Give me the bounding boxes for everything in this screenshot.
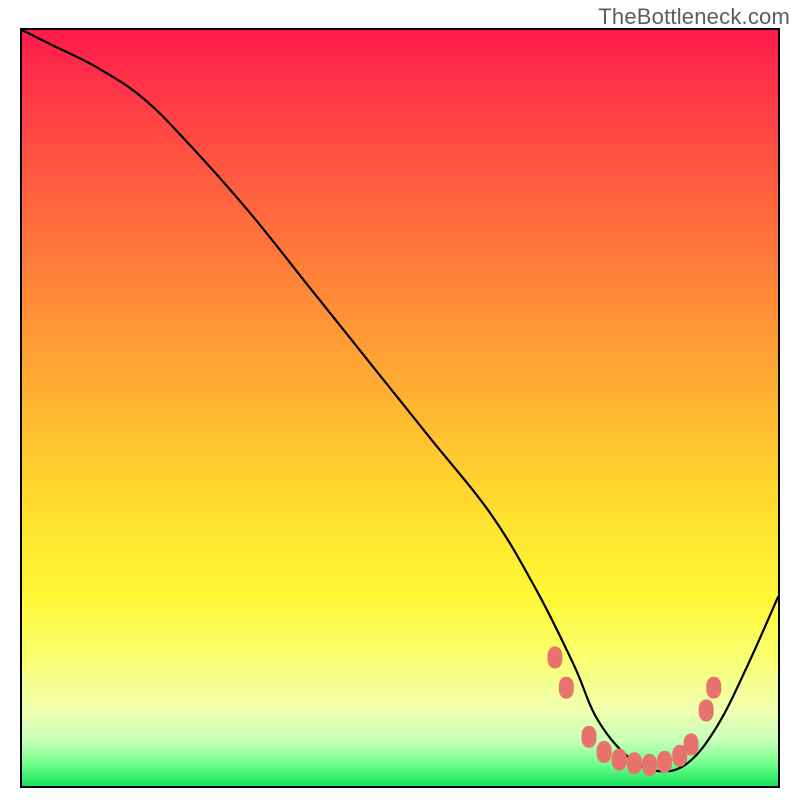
highlight-dot	[612, 749, 627, 771]
chart-frame: TheBottleneck.com	[0, 0, 800, 800]
highlight-dot	[559, 677, 574, 699]
bottleneck-curve	[22, 30, 778, 771]
highlight-dot	[657, 751, 672, 773]
highlight-dot	[706, 677, 721, 699]
highlight-dot	[699, 699, 714, 721]
curve-svg	[22, 30, 778, 786]
highlight-dot	[597, 741, 612, 763]
highlight-dot	[582, 726, 597, 748]
highlight-dot	[548, 647, 563, 669]
highlight-dot	[684, 733, 699, 755]
highlight-dot	[627, 752, 642, 774]
plot-area	[20, 28, 780, 788]
watermark-text: TheBottleneck.com	[598, 4, 790, 30]
highlight-dot	[642, 754, 657, 776]
